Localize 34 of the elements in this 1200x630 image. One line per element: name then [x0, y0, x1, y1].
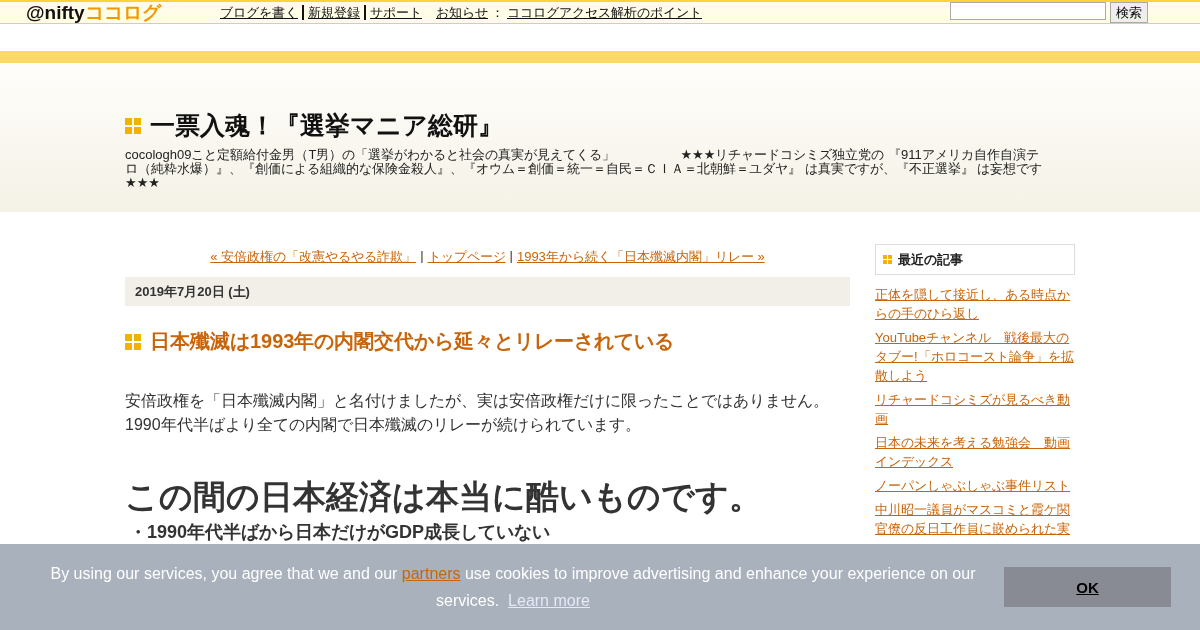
recent-post-link[interactable]: 正体を隠して接近し、ある時点からの手のひら返し — [875, 285, 1075, 323]
recent-post-link[interactable]: ノーパンしゃぶしゃぶ事件リスト — [875, 476, 1075, 495]
next-post-link[interactable]: 1993年から続く「日本殲滅内閣」リレー » — [516, 248, 765, 266]
post-text: 1990年代半ばより全ての内閣で日本殲滅のリレーが続けられています。 — [125, 415, 642, 435]
top-link[interactable]: サポート — [370, 3, 422, 22]
recent-post-link[interactable]: リチャードコシミズが見るべき動画 — [875, 390, 1075, 428]
squares-icon — [883, 255, 892, 264]
top-link[interactable]: 新規登録 — [308, 3, 360, 22]
post-date: 2019年7月20日 (土) — [125, 277, 850, 306]
prev-post-link[interactable]: « 安倍政権の「改憲やるやる詐欺」 — [210, 248, 417, 266]
squares-icon — [125, 333, 141, 350]
search-field[interactable] — [950, 2, 1106, 20]
notice-link[interactable]: お知らせ — [436, 3, 488, 22]
cookie-message: By using our services, you agree that we and our partners use cookies to improve advertising and enhance your experience on our services. Learn more — [50, 564, 976, 611]
top-link[interactable]: ブログを書く — [220, 3, 298, 22]
post-text: 安倍政権を「日本殲滅内閣」と名付けましたが、実は安倍政権だけに限ったことではありません。 — [125, 391, 830, 411]
site-logo[interactable]: @niftyココログ — [26, 2, 220, 23]
sidebar-title: 最近の記事 — [898, 250, 963, 269]
nav-separator: | — [420, 248, 424, 265]
top-page-link[interactable]: トップページ — [427, 248, 506, 266]
notice-separator: ： — [491, 3, 504, 22]
recent-post-link[interactable]: 中川昭一議員がマスコミと霞ケ関官僚の反日工作員に嵌められた実 — [875, 500, 1075, 538]
notice-link[interactable]: ココログアクセス解析のポイント — [507, 3, 702, 22]
ok-button[interactable]: OK — [1004, 567, 1171, 607]
search-button[interactable]: 検索 — [1110, 2, 1148, 23]
recent-post-link[interactable]: YouTubeチャンネル 戦後最大のタブー!「ホロコースト論争」を拡散しよう — [875, 328, 1075, 385]
nav-separator: | — [509, 248, 513, 265]
post-heading: この間の日本経済は本当に酷いものです。 — [125, 477, 763, 517]
blog-description: cocologh09こと定額給付金男（T男）の「選挙がわかると社会の真実が見えてくる」 ★★★リチャードコシミズ独立党の 『911アメリカ自作自演テロ（純粋水爆）』、『創価による組織的な保険金殺人』、『オウム＝創価＝統一＝自民＝ＣＩＡ＝北朝鮮＝ユダヤ』 は真実ですが、『不正選挙』 は妄想です★★★ — [125, 148, 1044, 190]
squares-icon — [125, 117, 141, 134]
blog-title[interactable]: 一票入魂！『選挙マニア総研』 — [150, 109, 503, 142]
post-title[interactable]: 日本殲滅は1993年の内閣交代から延々とリレーされている — [150, 328, 675, 355]
recent-post-link[interactable]: 日本の未来を考える勉強会 動画インデックス — [875, 433, 1075, 471]
post-subheading: ・1990年代半ばから日本だけがGDP成長していない — [128, 521, 552, 543]
